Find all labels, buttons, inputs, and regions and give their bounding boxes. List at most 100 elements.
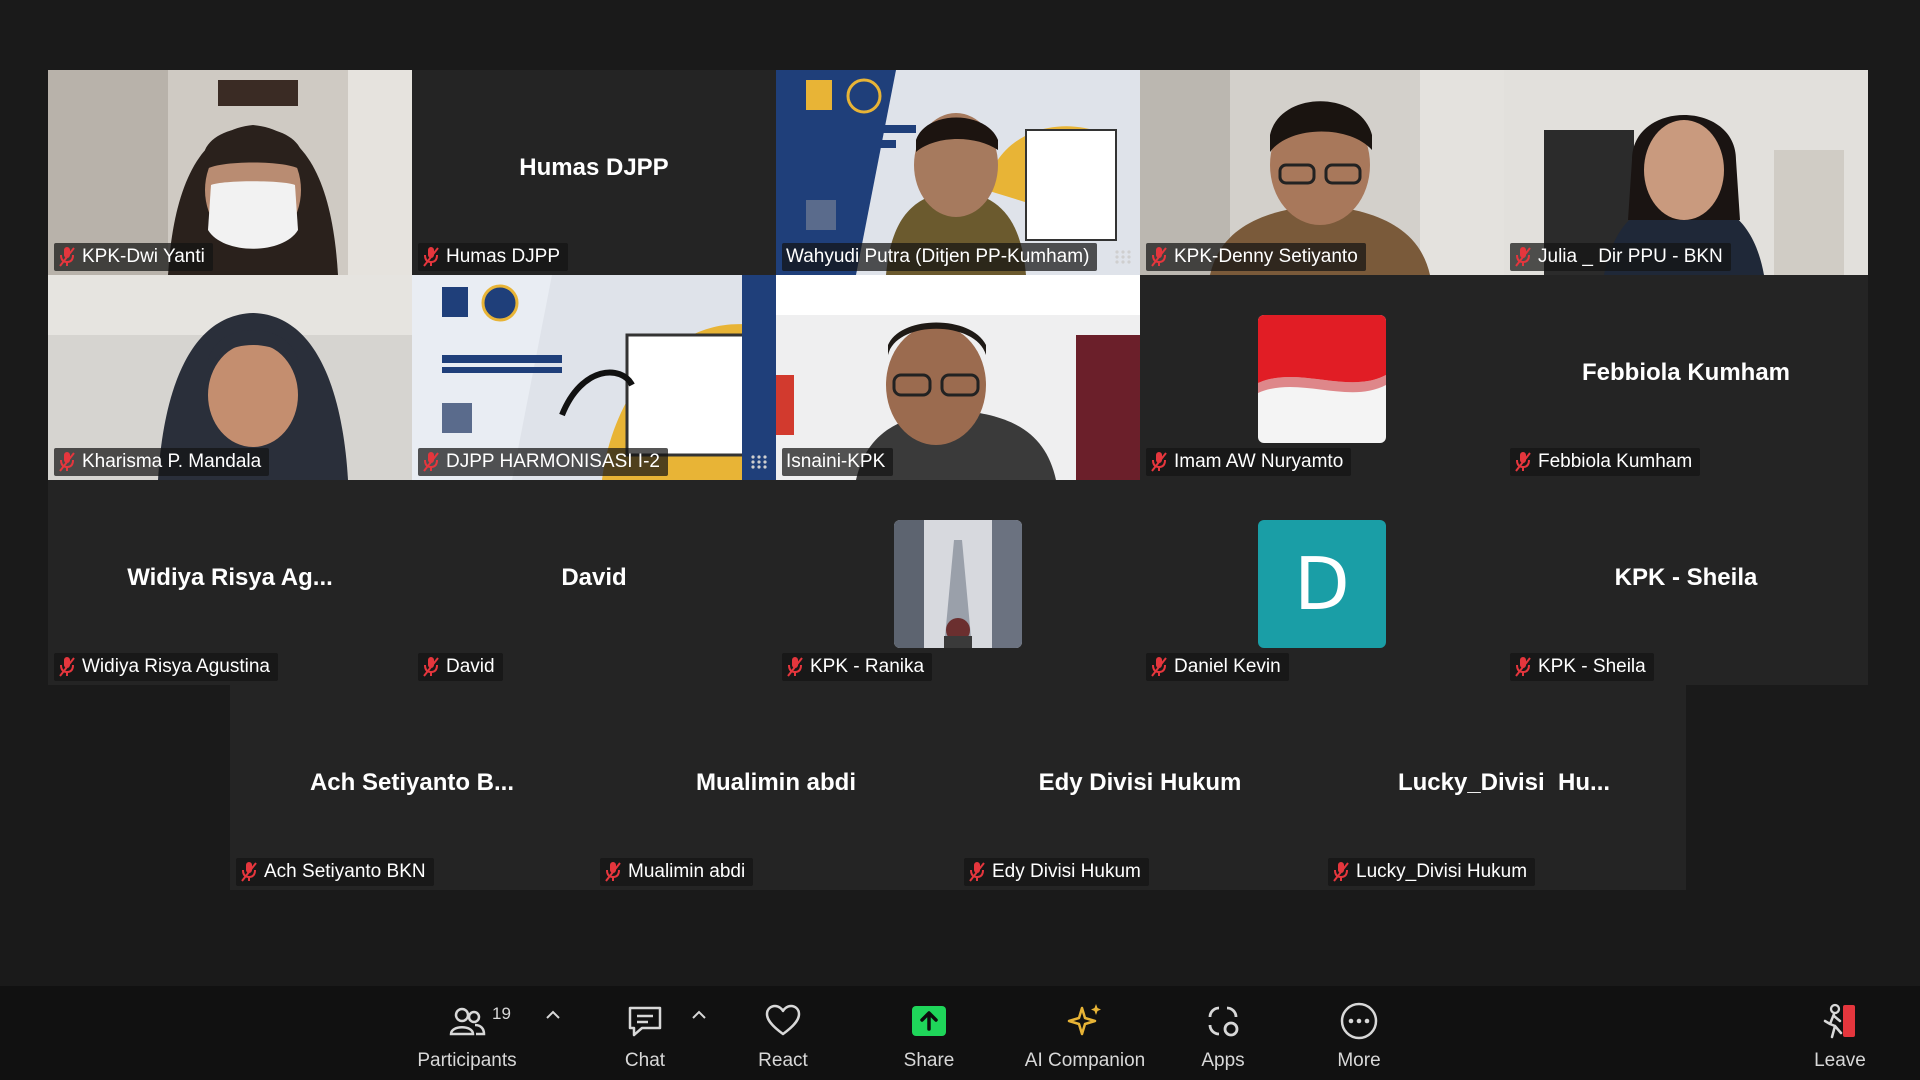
participant-name: Widiya Risya Agustina [82,656,270,677]
participant-name-label: Wahyudi Putra (Ditjen PP-Kumham) [782,243,1098,271]
muted-mic-icon [423,247,439,267]
react-label: React [758,1050,808,1071]
muted-mic-icon [969,862,985,882]
participant-name: Kharisma P. Mandala [82,451,262,472]
participant-name-label: David [418,653,503,681]
share-button[interactable]: Share [874,986,984,1080]
participant-name: Febbiola Kumham [1538,451,1693,472]
participant-name: KPK-Denny Setiyanto [1174,246,1358,267]
meeting-gallery: KPK-Dwi Yanti Humas DJPP Humas DJPP Wahy… [0,0,1920,1080]
participant-name: Humas DJPP [446,246,561,267]
participants-icon [449,1007,486,1036]
video-tile-wahyudi-putra[interactable]: Wahyudi Putra (Ditjen PP-Kumham) [776,70,1140,275]
muted-mic-icon [423,452,439,472]
participant-name-label: Isnaini-KPK [782,448,894,476]
video-options-icon[interactable] [750,454,768,470]
muted-mic-icon [1333,862,1349,882]
participant-name: Edy Divisi Hukum [992,861,1141,882]
apps-label: Apps [1201,1050,1245,1071]
react-button[interactable]: React [728,986,838,1080]
participant-display-name: Humas DJPP [519,154,669,181]
participant-name: David [446,656,495,677]
video-tile-djpp-harmonisasi[interactable]: DJPP HARMONISASI I-2 [412,275,776,480]
leave-button[interactable]: Leave [1790,986,1890,1080]
participant-name-label: Ach Setiyanto BKN [236,858,434,886]
video-tile-isnaini-kpk[interactable]: Isnaini-KPK [776,275,1140,480]
participant-name: KPK - Ranika [810,656,925,677]
ai-companion-label: AI Companion [1024,1050,1146,1071]
muted-mic-icon [59,452,75,472]
participants-button[interactable]: Participants [412,986,522,1080]
sparkle-icon [1067,1004,1101,1036]
participant-name-label: Widiya Risya Agustina [54,653,278,681]
video-tile-humas-djpp[interactable]: Humas DJPP Humas DJPP [412,70,776,275]
leave-icon [1823,1003,1855,1039]
more-icon [1340,1002,1378,1040]
video-tile-kharisma-p-mandala[interactable]: Kharisma P. Mandala [48,275,412,480]
apps-button[interactable]: Apps [1168,986,1278,1080]
video-tile-febbiola-kumham[interactable]: Febbiola Kumham Febbiola Kumham [1504,275,1868,480]
muted-mic-icon [1151,247,1167,267]
video-tile-mualimin-abdi[interactable]: Mualimin abdi Mualimin abdi [594,685,958,890]
ai-companion-button[interactable]: AI Companion [1010,986,1160,1080]
video-tile-kpk-dwi-yanti[interactable]: KPK-Dwi Yanti [48,70,412,275]
muted-mic-icon [1515,247,1531,267]
participants-count-badge: 19 [492,1004,511,1023]
muted-mic-icon [423,657,439,677]
participant-name-label: DJPP HARMONISASI I-2 [418,448,668,476]
muted-mic-icon [1151,657,1167,677]
muted-mic-icon [787,657,803,677]
participant-name-label: KPK - Sheila [1510,653,1654,681]
participant-display-name: Edy Divisi Hukum [1038,769,1242,796]
video-tile-julia-dir-ppu-bkn[interactable]: Julia _ Dir PPU - BKN [1504,70,1868,275]
chat-button[interactable]: Chat [590,986,700,1080]
video-tile-imam-aw-nuryamto[interactable]: Imam AW Nuryamto [1140,275,1504,480]
participant-display-name: Widiya Risya Ag... [127,564,333,591]
profile-photo [894,520,1022,648]
share-label: Share [903,1050,955,1071]
video-tile-ach-setiyanto-bkn[interactable]: Ach Setiyanto B... Ach Setiyanto BKN [230,685,594,890]
chat-label: Chat [624,1050,666,1071]
share-screen-icon [912,1006,946,1036]
participant-name-label: Lucky_Divisi Hukum [1328,858,1536,886]
participant-display-name: David [561,564,627,591]
avatar [1258,315,1386,443]
participant-name-label: KPK-Denny Setiyanto [1146,243,1366,271]
participants-label: Participants [417,1050,517,1071]
participant-display-name: Febbiola Kumham [1581,359,1791,386]
participant-name: Ach Setiyanto BKN [264,861,426,882]
participant-name: Mualimin abdi [628,861,746,882]
participant-display-name: Mualimin abdi [695,769,856,796]
muted-mic-icon [1151,452,1167,472]
video-tile-david[interactable]: David David [412,480,776,685]
participant-name: Lucky_Divisi Hukum [1356,861,1528,882]
participant-name-label: Julia _ Dir PPU - BKN [1510,243,1731,271]
participant-name-label: Febbiola Kumham [1510,448,1701,476]
video-tile-daniel-kevin[interactable]: D Daniel Kevin [1140,480,1504,685]
participant-name-label: Kharisma P. Mandala [54,448,270,476]
participant-name: Imam AW Nuryamto [1174,451,1344,472]
participant-name-label: Imam AW Nuryamto [1146,448,1352,476]
indonesia-flag-icon [1258,315,1386,443]
chat-caret-icon[interactable] [690,1008,708,1022]
participant-name: Isnaini-KPK [786,451,886,472]
participants-caret-icon[interactable] [544,1008,562,1022]
video-tile-kpk-sheila[interactable]: KPK - Sheila KPK - Sheila [1504,480,1868,685]
video-options-icon[interactable] [1114,249,1132,265]
video-tile-kpk-ranika[interactable]: KPK - Ranika [776,480,1140,685]
muted-mic-icon [605,862,621,882]
participant-name: Julia _ Dir PPU - BKN [1538,246,1723,267]
participant-name: KPK - Sheila [1538,656,1646,677]
video-tile-widiya-risya-agustina[interactable]: Widiya Risya Ag... Widiya Risya Agustina [48,480,412,685]
participant-name: Daniel Kevin [1174,656,1281,677]
video-tile-edy-divisi-hukum[interactable]: Edy Divisi Hukum Edy Divisi Hukum [958,685,1322,890]
more-button[interactable]: More [1304,986,1414,1080]
avatar-letter: D [1258,520,1386,648]
participant-display-name: Lucky_Divisi Hu... [1397,769,1611,796]
leave-label: Leave [1814,1050,1866,1071]
muted-mic-icon [59,657,75,677]
video-tile-kpk-denny-setiyanto[interactable]: KPK-Denny Setiyanto [1140,70,1504,275]
video-tile-lucky-divisi-hukum[interactable]: Lucky_Divisi Hu... Lucky_Divisi Hukum [1322,685,1686,890]
participant-name-label: KPK - Ranika [782,653,933,681]
participant-name-label: Edy Divisi Hukum [964,858,1149,886]
